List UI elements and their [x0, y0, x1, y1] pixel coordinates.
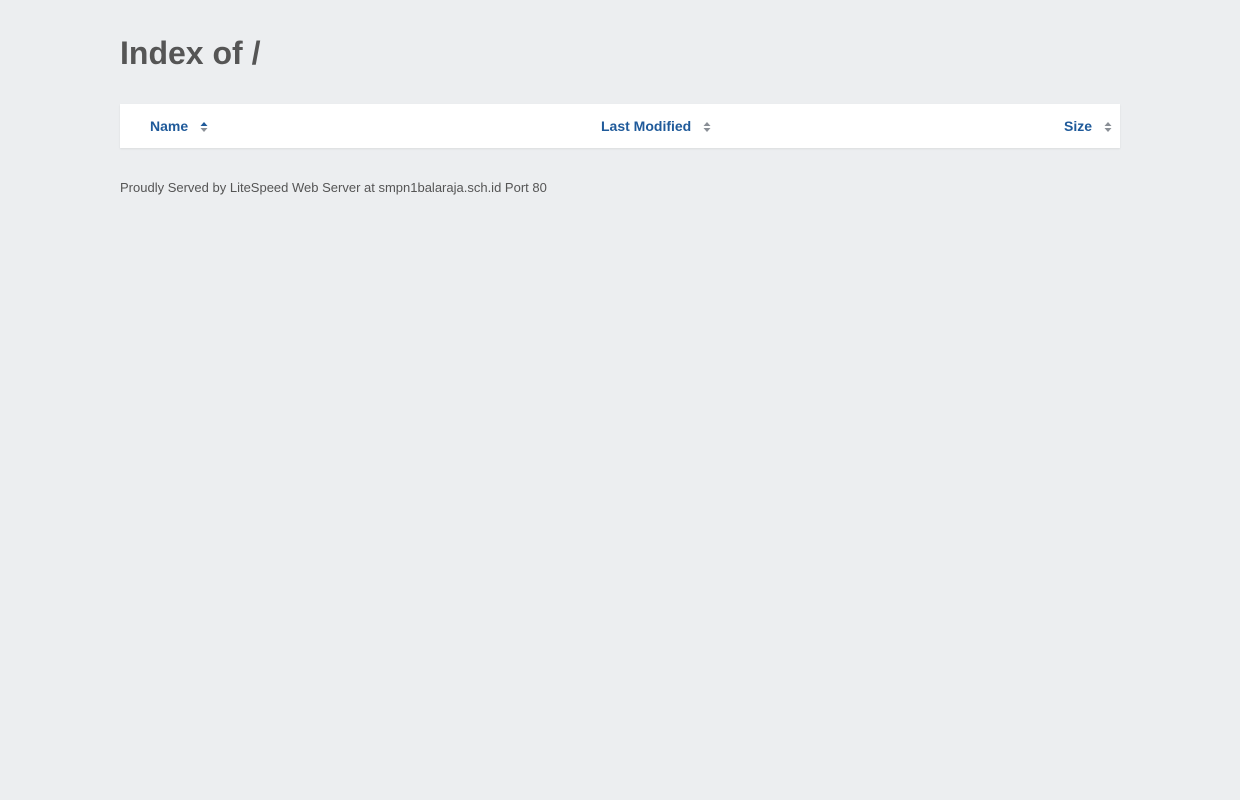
sort-icon: [200, 122, 208, 132]
column-header-name-label: Name: [150, 118, 189, 134]
column-header-name[interactable]: Name: [150, 104, 208, 148]
column-header-last-modified-label: Last Modified: [601, 118, 692, 134]
file-listing-table: Name Last Modified Size: [120, 104, 1120, 148]
page-title: Index of /: [120, 35, 261, 71]
sort-icon: [1104, 122, 1112, 132]
sort-icon: [703, 122, 711, 132]
column-header-last-modified[interactable]: Last Modified: [601, 104, 711, 148]
column-header-size-label: Size: [1063, 118, 1092, 134]
column-header-size[interactable]: Size: [1064, 104, 1112, 148]
server-footer: Proudly Served by LiteSpeed Web Server a…: [120, 180, 547, 195]
